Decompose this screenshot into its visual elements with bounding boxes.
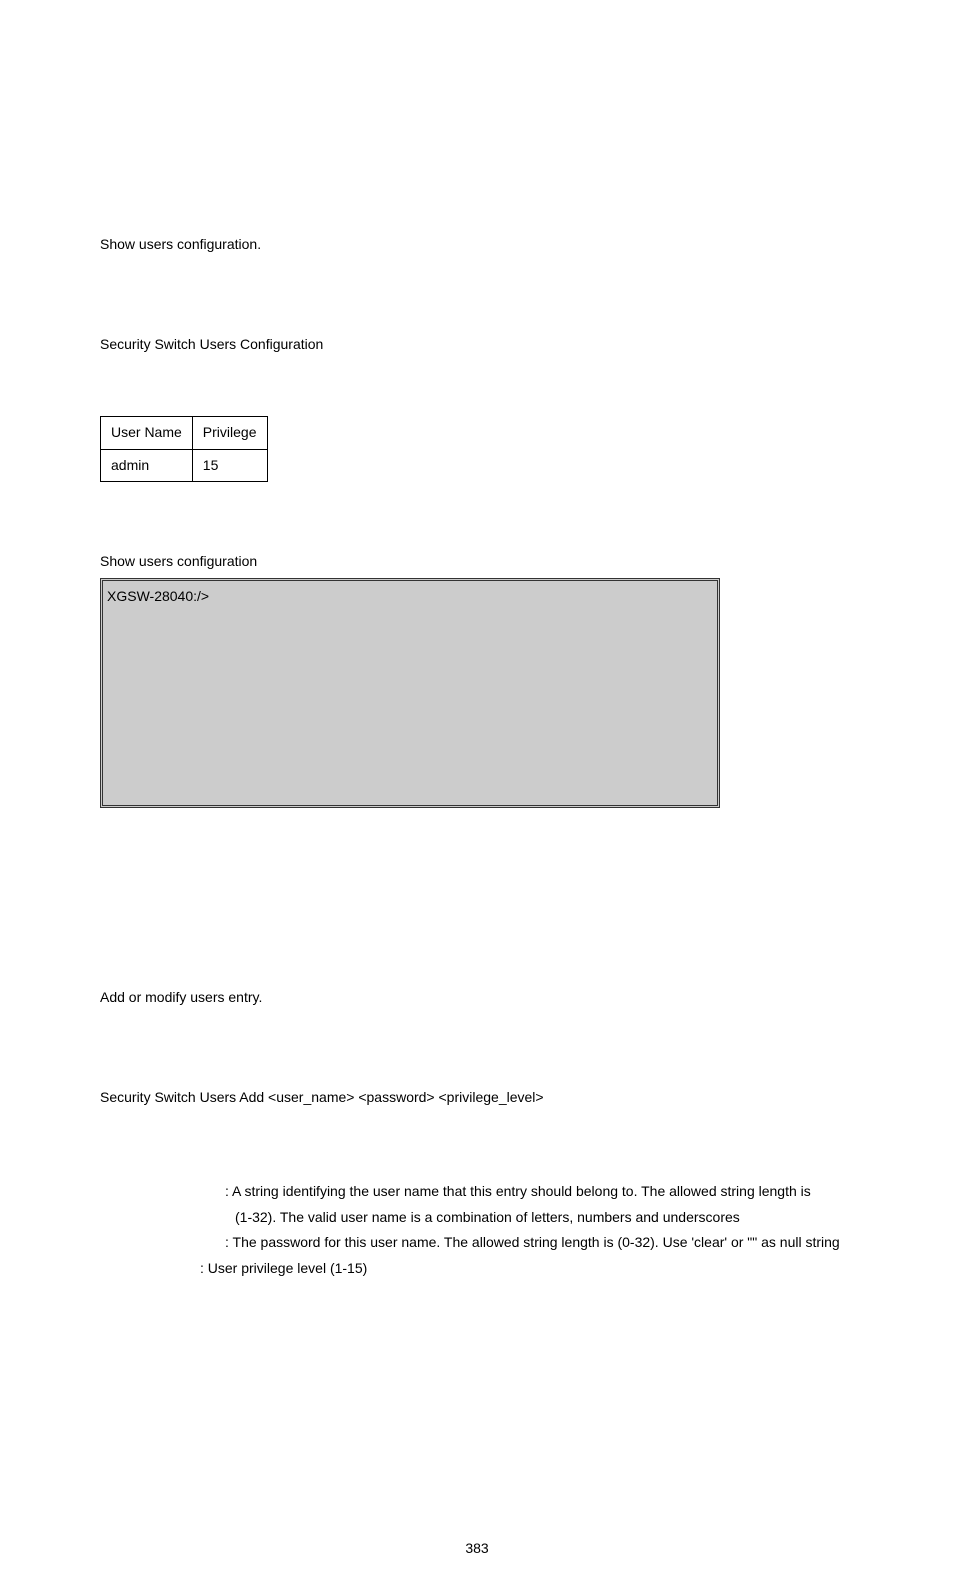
param-username-cont: (1-32). The valid user name is a combina… bbox=[100, 1208, 854, 1228]
param-privilege: : User privilege level (1-15) bbox=[100, 1259, 854, 1279]
cell-username: admin bbox=[101, 449, 193, 482]
cell-privilege: 15 bbox=[192, 449, 267, 482]
table-header-row: User Name Privilege bbox=[101, 417, 268, 450]
section2-syntax: Security Switch Users Add <user_name> <p… bbox=[100, 1088, 854, 1108]
col-header-username: User Name bbox=[101, 417, 193, 450]
col-header-privilege: Privilege bbox=[192, 417, 267, 450]
section1-description: Show users configuration. bbox=[100, 235, 854, 255]
section2-description: Add or modify users entry. bbox=[100, 988, 854, 1008]
page-number: 383 bbox=[0, 1539, 954, 1559]
document-page: Show users configuration. Security Switc… bbox=[0, 235, 954, 1585]
section1-syntax: Security Switch Users Configuration bbox=[100, 335, 854, 355]
console-wrapper: XGSW-28040:/> bbox=[100, 578, 854, 808]
users-table: User Name Privilege admin 15 bbox=[100, 416, 268, 482]
users-table-wrapper: User Name Privilege admin 15 bbox=[100, 416, 854, 482]
example-caption: Show users configuration bbox=[100, 552, 854, 572]
console-output: XGSW-28040:/> bbox=[100, 578, 720, 808]
table-row: admin 15 bbox=[101, 449, 268, 482]
param-password: : The password for this user name. The a… bbox=[100, 1233, 854, 1253]
parameters-block: : A string identifying the user name tha… bbox=[100, 1182, 854, 1278]
param-username: : A string identifying the user name tha… bbox=[100, 1182, 854, 1202]
console-prompt: XGSW-28040:/> bbox=[107, 588, 209, 604]
